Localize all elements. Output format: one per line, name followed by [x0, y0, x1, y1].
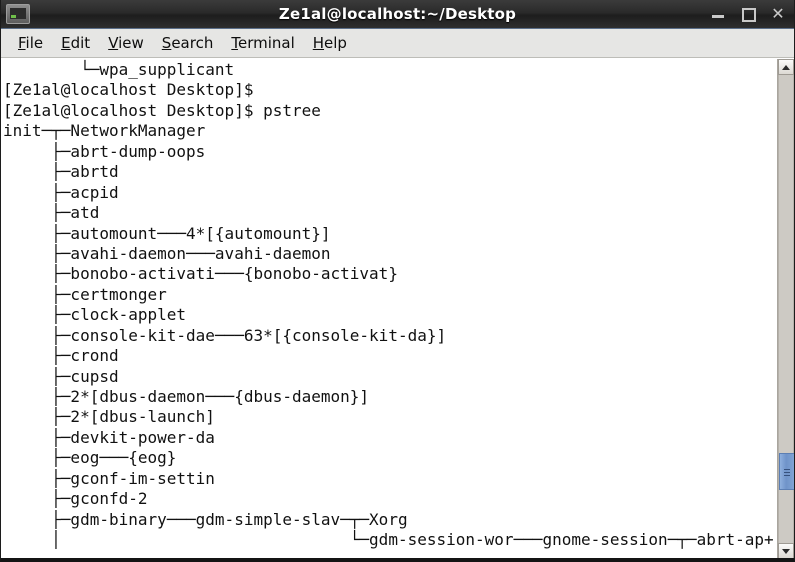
terminal-line: ├─certmonger — [3, 284, 167, 304]
terminal-line: ├─automount───4*[{automount}] — [3, 223, 331, 243]
window-title: Ze1al@localhost:~/Desktop — [278, 5, 517, 23]
terminal-line: ├─abrtd — [3, 162, 119, 182]
menu-label-file: ile — [25, 34, 44, 52]
scroll-up-arrow-icon[interactable] — [778, 59, 794, 75]
menu-mnemonic-help: H — [312, 34, 325, 52]
terminal-line: ├─console-kit-dae───63*[{console-kit-da}… — [3, 325, 447, 345]
menu-bar: File Edit View Search Terminal Help — [1, 29, 794, 58]
terminal-line: └─wpa_supplicant — [3, 60, 235, 79]
menu-label-search: earch — [171, 34, 214, 52]
terminal-line: ├─gconf-im-settin — [3, 468, 215, 488]
terminal-line: [Ze1al@localhost Desktop]$ — [3, 80, 254, 100]
terminal-line: ├─2*[dbus-launch] — [3, 407, 215, 427]
scroll-down-arrow-icon[interactable] — [778, 543, 794, 558]
terminal-line: ├─devkit-power-da — [3, 427, 215, 447]
terminal-lines: └─wpa_supplicant [Ze1al@localhost Desktop… — [3, 60, 774, 551]
menu-item-terminal[interactable]: Terminal — [222, 32, 303, 54]
terminal-line: ├─abrt-dump-oops — [3, 141, 206, 161]
terminal-line: ├─gdm-binary───gdm-simple-slav─┬─Xorg — [3, 509, 408, 529]
menu-item-search[interactable]: Search — [153, 32, 223, 54]
grip-line — [784, 475, 790, 476]
menu-label-edit: dit — [70, 34, 91, 52]
terminal-line: ├─clock-applet — [3, 305, 187, 325]
terminal-line: init─┬─NetworkManager — [3, 121, 206, 141]
vertical-scrollbar[interactable] — [777, 59, 794, 558]
menu-mnemonic-terminal: T — [231, 34, 238, 52]
terminal-output[interactable]: └─wpa_supplicant [Ze1al@localhost Desktop… — [1, 59, 777, 558]
chevron-up-icon — [782, 65, 790, 70]
terminal-line: ├─2*[dbus-daemon───{dbus-daemon}] — [3, 387, 370, 406]
grip-line — [784, 472, 790, 473]
menu-mnemonic-view: V — [108, 34, 119, 52]
terminal-line: ├─gconfd-2 — [3, 489, 148, 509]
terminal-line: ├─atd — [3, 203, 100, 223]
minimize-button[interactable] — [711, 7, 725, 21]
menu-item-file[interactable]: File — [9, 32, 52, 54]
terminal-area: └─wpa_supplicant [Ze1al@localhost Desktop… — [1, 58, 794, 558]
terminal-line: ├─bonobo-activati───{bonobo-activat} — [3, 264, 398, 284]
menu-mnemonic-edit: E — [61, 34, 71, 52]
grip-line — [784, 469, 790, 470]
menu-mnemonic-file: F — [18, 34, 26, 52]
menu-label-view: iew — [118, 34, 144, 52]
scrollbar-track[interactable] — [778, 75, 794, 543]
terminal-line: ├─avahi-daemon───avahi-daemon — [3, 243, 331, 263]
terminal-line: │ └─gdm-session-wor───gnome-session─┬─ab… — [3, 530, 774, 550]
terminal-line: ├─eog───{eog} — [3, 448, 177, 468]
terminal-line: ├─acpid — [3, 182, 119, 202]
maximize-button[interactable] — [741, 7, 756, 22]
menu-item-edit[interactable]: Edit — [52, 32, 99, 54]
terminal-icon — [6, 4, 30, 24]
close-button[interactable]: ✕ — [771, 6, 785, 22]
menu-item-help[interactable]: Help — [304, 32, 356, 54]
window-controls: ✕ — [711, 6, 785, 22]
chevron-down-icon — [782, 549, 790, 554]
terminal-line: [Ze1al@localhost Desktop]$ pstree — [3, 100, 321, 120]
menu-item-view[interactable]: View — [99, 32, 153, 54]
menu-mnemonic-search: S — [161, 34, 172, 52]
terminal-line: ├─crond — [3, 346, 119, 366]
scrollbar-thumb[interactable] — [779, 453, 794, 490]
menu-label-help: elp — [324, 34, 347, 52]
menu-label-terminal: erminal — [237, 34, 295, 52]
terminal-window: Ze1al@localhost:~/Desktop ✕ File Edit Vi… — [0, 0, 795, 562]
terminal-line: ├─cupsd — [3, 366, 119, 386]
title-bar[interactable]: Ze1al@localhost:~/Desktop ✕ — [1, 0, 794, 29]
